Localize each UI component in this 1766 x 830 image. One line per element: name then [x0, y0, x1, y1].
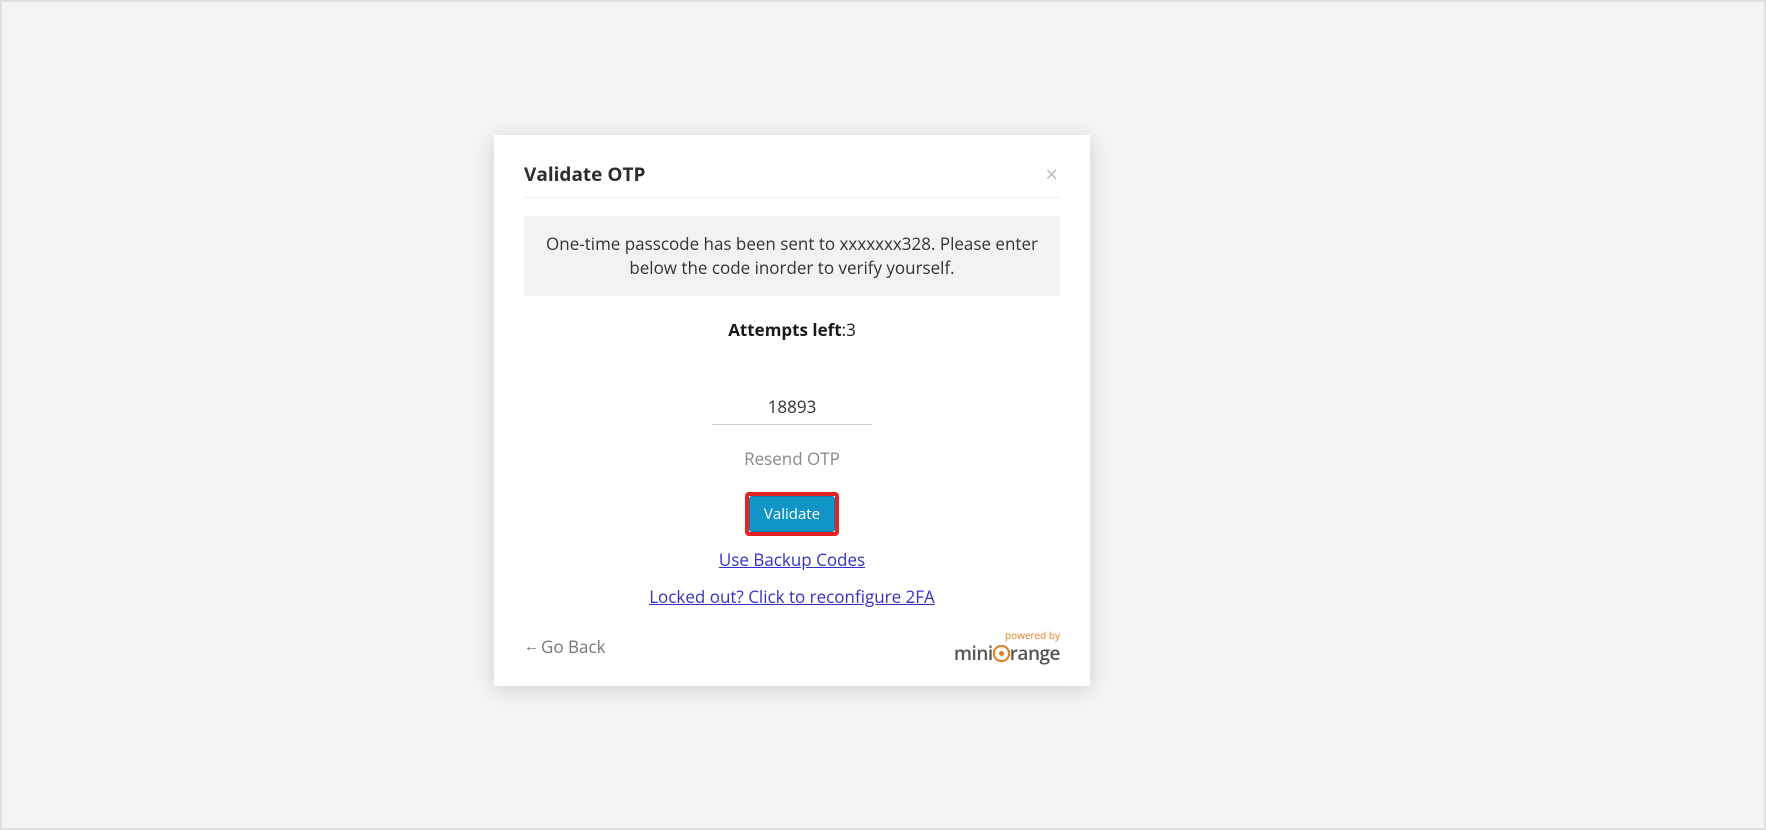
- attempts-value: :3: [842, 318, 856, 341]
- resend-otp-link[interactable]: Resend OTP: [524, 447, 1060, 470]
- attempts-left: Attempts left:3: [524, 318, 1060, 341]
- use-backup-codes-link[interactable]: Use Backup Codes: [524, 548, 1060, 571]
- brand-accent-icon: [993, 640, 1010, 666]
- validate-highlight: Validate: [745, 492, 839, 536]
- brand-logo: mini range: [954, 640, 1060, 666]
- info-message: One-time passcode has been sent to xxxxx…: [524, 216, 1060, 296]
- powered-by-branding: powered by minirange: [954, 628, 1060, 666]
- modal-footer: ←Go Back powered by minirange: [524, 628, 1060, 666]
- modal-header: Validate OTP ×: [524, 161, 1060, 198]
- go-back-link[interactable]: ←Go Back: [524, 635, 606, 658]
- arrow-left-icon: ←: [524, 639, 539, 654]
- otp-modal: Validate OTP × One-time passcode has bee…: [494, 135, 1090, 686]
- otp-input[interactable]: [712, 389, 872, 425]
- modal-title: Validate OTP: [524, 161, 645, 187]
- brand-suffix: range: [1010, 640, 1060, 666]
- go-back-label: Go Back: [541, 635, 606, 658]
- close-icon[interactable]: ×: [1043, 163, 1060, 185]
- attempts-label: Attempts left: [728, 318, 841, 341]
- locked-out-link[interactable]: Locked out? Click to reconfigure 2FA: [524, 585, 1060, 608]
- validate-button[interactable]: Validate: [749, 496, 835, 532]
- validate-wrap: Validate: [524, 492, 1060, 536]
- brand-prefix: mini: [954, 640, 993, 666]
